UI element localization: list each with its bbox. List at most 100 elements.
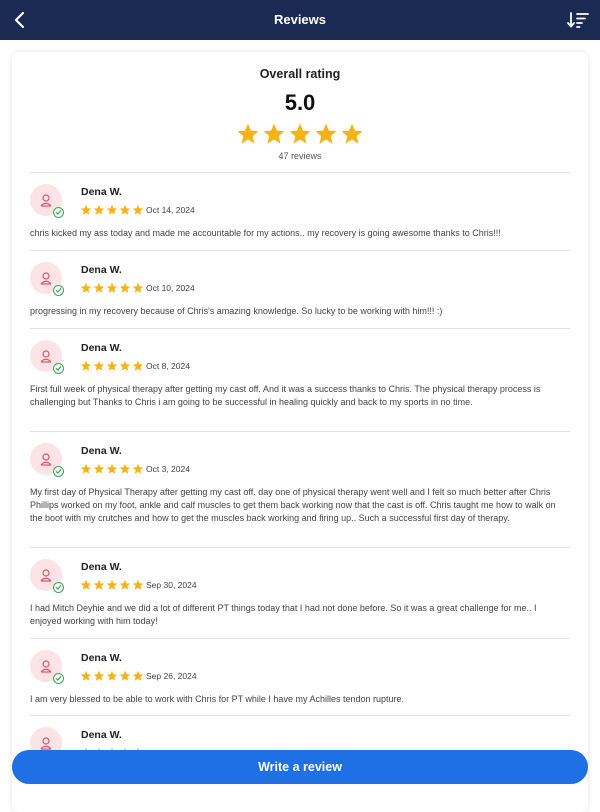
divider: [30, 547, 570, 548]
star-icon: [106, 282, 118, 293]
star-icon: [80, 360, 92, 371]
star-icon: [80, 463, 92, 474]
divider: [30, 328, 570, 329]
star-icon: [289, 123, 311, 144]
review-date: Oct 10, 2024: [146, 283, 195, 293]
review-stars: [80, 579, 144, 591]
verified-badge: [53, 673, 64, 684]
review-stars: [80, 282, 144, 294]
divider: [30, 250, 570, 251]
star-icon: [263, 123, 285, 144]
star-icon: [132, 463, 144, 474]
review-stars: [80, 204, 144, 216]
reviewer-name: Dena W.: [81, 445, 122, 457]
star-icon: [132, 360, 144, 371]
review-text: progressing in my recovery because of Ch…: [30, 306, 443, 316]
page-title: Reviews: [273, 12, 327, 27]
star-icon: [93, 204, 105, 215]
overall-rating-summary: Overall rating 5.0 47 reviews: [12, 52, 588, 172]
star-icon: [119, 463, 131, 474]
review-stars: [80, 360, 144, 372]
star-icon: [106, 204, 118, 215]
verified-badge: [53, 285, 64, 296]
top-app-bar: Reviews: [0, 0, 600, 40]
avatar: [30, 559, 64, 593]
star-icon: [119, 282, 131, 293]
star-icon: [119, 204, 131, 215]
star-icon: [106, 360, 118, 371]
review-count: 47 reviews: [278, 151, 322, 161]
overall-rating-stars: [12, 122, 588, 146]
star-icon: [93, 670, 105, 681]
star-icon: [80, 579, 92, 590]
star-icon: [132, 579, 144, 590]
review-stars: [80, 670, 144, 682]
review-date: Oct 14, 2024: [146, 205, 195, 215]
avatar: [30, 262, 64, 296]
reviewer-name: Dena W.: [81, 342, 122, 354]
verified-badge: [53, 207, 64, 218]
star-icon: [237, 123, 259, 144]
divider: [30, 431, 570, 432]
star-icon: [132, 282, 144, 293]
user-avatar-icon: [40, 453, 52, 466]
review-text: First full week of physical therapy afte…: [30, 384, 541, 407]
reviewer-name: Dena W.: [81, 652, 122, 664]
star-icon: [106, 579, 118, 590]
check-icon: [55, 469, 62, 474]
avatar: [30, 443, 64, 477]
sort-icon: [567, 12, 589, 28]
user-avatar-icon: [40, 569, 52, 582]
review-stars: [80, 463, 144, 475]
star-icon: [93, 579, 105, 590]
star-icon: [93, 282, 105, 293]
star-icon: [341, 123, 363, 144]
verified-badge: [53, 466, 64, 477]
reviewer-name: Dena W.: [81, 264, 122, 276]
verified-badge: [53, 363, 64, 374]
check-icon: [55, 366, 62, 371]
overall-rating-score: 5.0: [284, 90, 316, 115]
user-avatar-icon: [40, 350, 52, 363]
star-icon: [80, 670, 92, 681]
star-icon: [132, 204, 144, 215]
reviewer-name: Dena W.: [81, 729, 122, 741]
check-icon: [55, 676, 62, 681]
user-avatar-icon: [40, 737, 52, 750]
star-icon: [80, 282, 92, 293]
user-avatar-icon: [40, 194, 52, 207]
star-icon: [80, 204, 92, 215]
write-review-button[interactable]: Write a review: [12, 750, 588, 784]
avatar: [30, 340, 64, 374]
review-text: I had Mitch Deyhie and we did a lot of d…: [30, 603, 537, 626]
reviewer-name: Dena W.: [81, 561, 122, 573]
check-icon: [55, 585, 62, 590]
review-text: I am very blessed to be able to work wit…: [30, 694, 405, 704]
star-icon: [119, 579, 131, 590]
star-icon: [106, 463, 118, 474]
sort-button[interactable]: [564, 6, 592, 34]
review-text: My first day of Physical Therapy after g…: [30, 487, 556, 523]
star-icon: [315, 123, 337, 144]
user-avatar-icon: [40, 272, 52, 285]
verified-badge: [53, 582, 64, 593]
divider: [30, 172, 570, 173]
reviewer-name: Dena W.: [81, 186, 122, 198]
review-date: Sep 26, 2024: [146, 671, 197, 681]
review-date: Sep 30, 2024: [146, 580, 197, 590]
review-text: chris kicked my ass today and made me ac…: [30, 228, 501, 238]
divider: [30, 638, 570, 639]
check-icon: [55, 210, 62, 215]
star-icon: [119, 670, 131, 681]
star-icon: [106, 670, 118, 681]
star-icon: [93, 463, 105, 474]
star-icon: [132, 670, 144, 681]
star-icon: [119, 360, 131, 371]
reviews-card: Overall rating 5.0 47 reviews Dena W. Oct…: [12, 52, 588, 812]
check-icon: [55, 288, 62, 293]
review-date: Oct 3, 2024: [146, 464, 190, 474]
avatar: [30, 184, 64, 218]
overall-rating-label: Overall rating: [259, 67, 341, 81]
review-date: Oct 8, 2024: [146, 361, 190, 371]
divider: [30, 715, 570, 716]
